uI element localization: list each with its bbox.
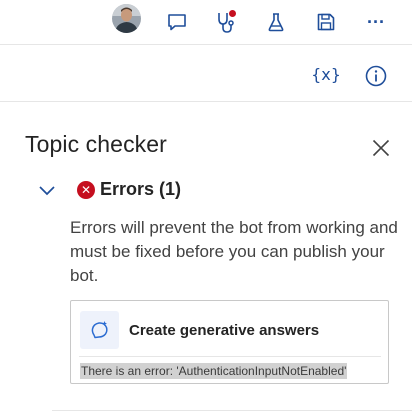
panel-title: Topic checker	[25, 131, 167, 157]
errors-header[interactable]: Errors (1)	[100, 179, 181, 200]
close-icon[interactable]	[370, 137, 392, 159]
top-bar: ···	[0, 0, 412, 45]
card-divider	[79, 356, 381, 357]
avatar[interactable]	[112, 4, 141, 33]
comment-icon[interactable]	[162, 7, 192, 37]
card-error-text: There is an error: 'AuthenticationInputN…	[80, 363, 348, 379]
secondary-toolbar: {x}	[0, 46, 412, 102]
divider	[52, 410, 412, 411]
more-icon[interactable]: ···	[361, 7, 391, 37]
save-icon[interactable]	[311, 7, 341, 37]
error-card[interactable]: Create generative answers There is an er…	[70, 300, 389, 384]
info-icon[interactable]	[364, 64, 388, 88]
errors-description: Errors will prevent the bot from working…	[70, 218, 398, 285]
stethoscope-icon[interactable]	[211, 7, 241, 37]
flask-icon[interactable]	[261, 7, 291, 37]
variables-button[interactable]: {x}	[308, 60, 344, 88]
chevron-down-icon[interactable]	[37, 183, 57, 197]
topic-checker-panel: Topic checker ✕ Errors (1) Errors will p…	[0, 103, 412, 417]
card-title: Create generative answers	[129, 322, 320, 339]
error-icon: ✕	[77, 181, 95, 199]
generative-answers-icon	[80, 311, 119, 349]
